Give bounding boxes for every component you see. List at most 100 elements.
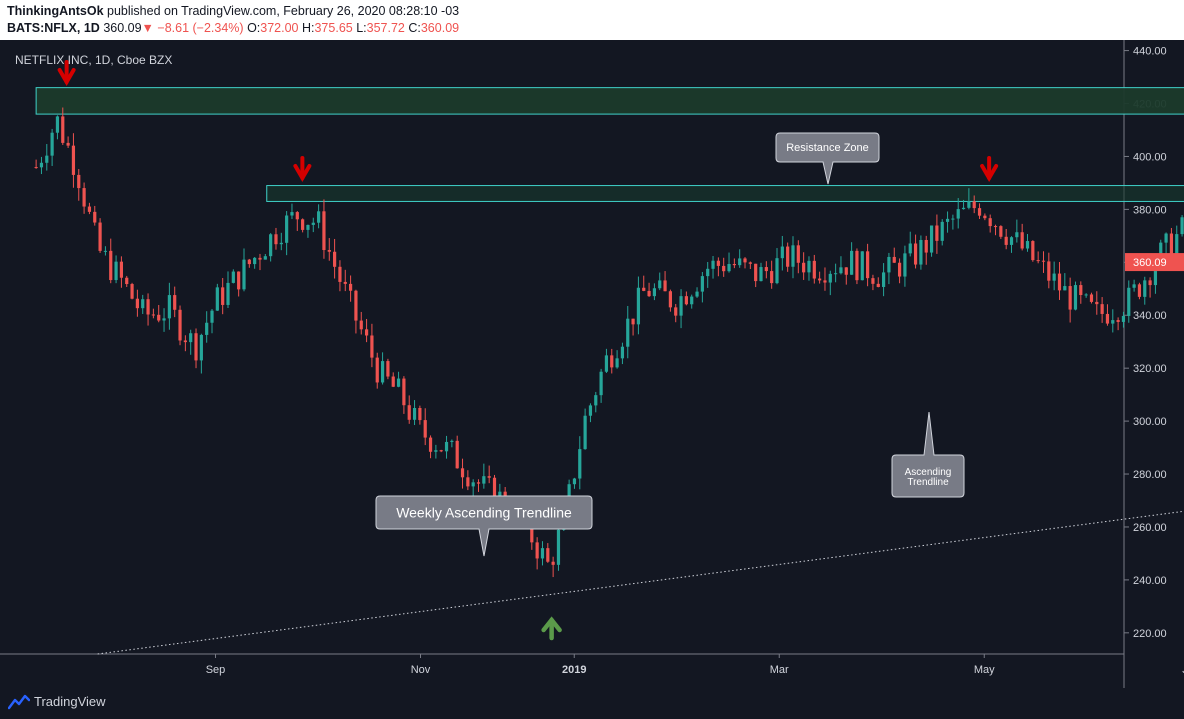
candle-body	[535, 542, 539, 559]
y-tick-label: 320.00	[1133, 363, 1167, 375]
candle-body	[125, 277, 129, 285]
candle-body	[375, 357, 379, 383]
candle-body	[162, 318, 166, 321]
candle-body	[380, 361, 385, 383]
candle-body	[1004, 236, 1008, 245]
candle-body	[876, 283, 880, 287]
candle-body	[786, 246, 790, 267]
candle-body	[77, 174, 81, 189]
candle-body	[684, 296, 688, 305]
candle-body	[929, 225, 934, 253]
candle-body	[402, 378, 406, 406]
candle-body	[807, 260, 811, 273]
candle-body	[322, 211, 326, 251]
weekly-trendline	[97, 510, 1184, 655]
candle-body	[983, 215, 987, 219]
candle-body	[231, 271, 235, 283]
y-tick-label: 220.00	[1133, 628, 1167, 640]
candle-body	[354, 290, 358, 321]
candle-body	[599, 371, 603, 396]
candle-body	[135, 298, 139, 309]
candle-body	[109, 250, 113, 281]
candle-body	[866, 251, 870, 279]
candle-body	[434, 450, 438, 452]
candle-body	[668, 291, 672, 308]
candle-body	[1031, 241, 1035, 261]
candle-body	[711, 260, 715, 269]
candle-body	[572, 478, 577, 485]
candle-body	[1015, 232, 1019, 238]
candle-body	[215, 287, 219, 311]
candle-body	[759, 267, 763, 282]
candle-body	[194, 333, 198, 361]
candle-body	[412, 407, 417, 420]
candle-body	[34, 167, 38, 169]
candle-body	[610, 355, 614, 368]
red-down-arrow-icon	[980, 156, 999, 182]
callout-box	[775, 132, 880, 185]
candle-body	[247, 259, 251, 265]
candle-body	[903, 253, 907, 277]
candle-body	[1063, 286, 1067, 291]
candle-body	[141, 299, 145, 309]
candle-body	[471, 482, 475, 487]
callout-text: Resistance Zone	[786, 142, 869, 154]
candle-body	[487, 476, 491, 478]
footer-brand[interactable]: TradingView	[34, 694, 106, 709]
candle-body	[1084, 294, 1088, 296]
candle-body	[279, 242, 283, 245]
candle-body	[1100, 304, 1104, 314]
candle-body	[935, 225, 939, 241]
candle-body	[295, 212, 299, 220]
candle-body	[780, 246, 784, 259]
candle-body	[183, 340, 187, 343]
candle-body	[1164, 233, 1168, 243]
y-tick-label: 380.00	[1133, 204, 1167, 216]
candle-body	[338, 266, 342, 282]
candle-body	[812, 260, 816, 279]
candle-body	[1079, 285, 1083, 296]
candle-body	[50, 132, 54, 156]
callout-text: Weekly Ascending Trendline	[396, 505, 572, 521]
candle-body	[748, 262, 752, 264]
candle-body	[1041, 260, 1046, 262]
candle-body	[263, 256, 267, 260]
candle-body	[66, 142, 70, 146]
candle-body	[396, 378, 401, 387]
candle-body	[1137, 284, 1142, 297]
price-chart[interactable]: 440.00420.00400.00380.00360.00340.00320.…	[0, 0, 1184, 719]
candle-body	[418, 407, 422, 421]
candle-body	[1143, 280, 1147, 297]
candle-body	[594, 395, 598, 406]
candle-body	[818, 278, 822, 281]
candle-body	[732, 264, 736, 266]
candle-body	[348, 283, 353, 291]
candle-body	[716, 260, 720, 266]
candle-body	[999, 226, 1003, 237]
candle-body	[151, 314, 155, 316]
candle-body	[1052, 273, 1056, 281]
callout-text: Trendline	[907, 477, 949, 488]
candle-body	[642, 287, 646, 291]
candle-body	[87, 206, 92, 212]
candle-body	[919, 239, 923, 265]
ascending-trendline-callout: AscendingTrendline	[891, 411, 965, 498]
candle-body	[386, 361, 390, 377]
candle-body	[327, 250, 331, 252]
candle-body	[359, 320, 363, 330]
candle-body	[839, 267, 843, 274]
candle-body	[146, 299, 150, 315]
candle-body	[1169, 233, 1174, 257]
y-tick-label: 260.00	[1133, 522, 1167, 534]
candle-body	[1020, 232, 1024, 249]
candle-body	[993, 226, 998, 228]
candle-body	[961, 207, 966, 210]
candle-body	[1057, 273, 1062, 291]
candle-body	[364, 329, 369, 336]
candle-body	[556, 529, 561, 565]
candle-body	[370, 335, 374, 358]
candle-body	[205, 322, 209, 335]
resistance-zone-callout: Resistance Zone	[775, 132, 880, 185]
candle-body	[738, 258, 742, 266]
x-tick-label: Sep	[206, 664, 226, 676]
